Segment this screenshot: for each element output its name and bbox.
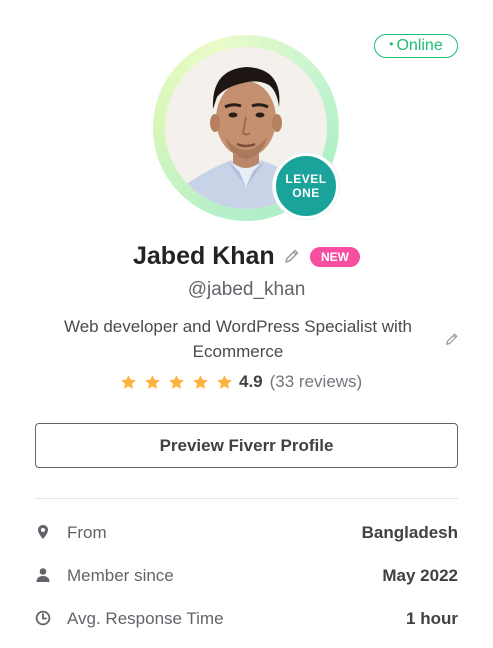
status-dot: • xyxy=(389,37,394,51)
stat-row-member-since: Member since May 2022 xyxy=(35,564,458,588)
rating-row[interactable]: 4.9 (33 reviews) xyxy=(120,370,362,394)
star-icon xyxy=(217,374,232,389)
star-icon xyxy=(169,374,184,389)
profile-tagline: Web developer and WordPress Specialist w… xyxy=(63,317,413,361)
stat-label: From xyxy=(67,523,107,542)
stat-row-from: From Bangladesh xyxy=(35,521,458,545)
preview-profile-button[interactable]: Preview Fiverr Profile xyxy=(35,423,458,468)
level-badge-line1: LEVEL xyxy=(285,172,327,186)
star-icon xyxy=(193,374,208,389)
new-seller-badge: NEW xyxy=(310,247,360,267)
level-badge-line2: ONE xyxy=(292,186,320,200)
rating-score: 4.9 xyxy=(239,372,263,391)
seller-level-badge: LEVEL ONE xyxy=(273,153,339,219)
star-icon xyxy=(121,374,136,389)
clock-icon xyxy=(35,610,51,626)
seller-profile-card: • Online LEVEL ONE Jabed Khan NEW @jabed… xyxy=(0,0,493,648)
review-count[interactable]: (33 reviews) xyxy=(270,372,363,392)
pencil-icon[interactable] xyxy=(445,332,459,346)
divider xyxy=(35,498,458,499)
stat-value: 1 hour xyxy=(406,609,458,628)
stat-value: Bangladesh xyxy=(361,523,458,542)
name-row: Jabed Khan NEW xyxy=(0,240,493,272)
stat-row-response-time: Avg. Response Time 1 hour xyxy=(35,607,458,631)
username: @jabed_khan xyxy=(187,279,306,300)
location-pin-icon xyxy=(35,524,51,540)
stat-value: May 2022 xyxy=(382,566,458,585)
star-icon xyxy=(145,374,160,389)
stat-label: Member since xyxy=(67,566,174,585)
star-rating xyxy=(120,374,240,391)
pencil-icon[interactable] xyxy=(284,248,300,264)
seller-name: Jabed Khan xyxy=(133,242,275,270)
user-icon xyxy=(35,567,51,583)
online-status-badge: • Online xyxy=(374,34,458,58)
stat-label: Avg. Response Time xyxy=(67,609,224,628)
status-label: Online xyxy=(396,37,443,54)
